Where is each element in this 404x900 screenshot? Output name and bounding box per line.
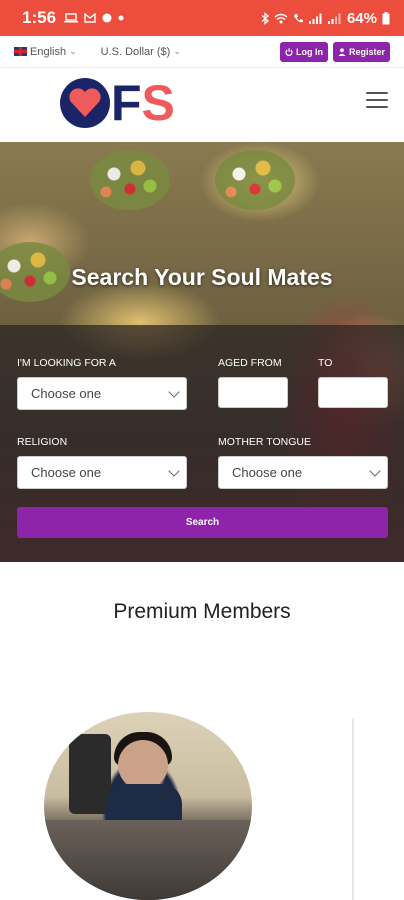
language-selector[interactable]: English ⌄: [14, 46, 77, 58]
looking-for-label: I'M LOOKING FOR A: [17, 357, 116, 369]
decoration-flowers: [90, 150, 170, 210]
religion-select[interactable]: Choose one: [17, 456, 187, 489]
wifi-icon: [274, 13, 288, 23]
status-system-icons: 64%: [261, 10, 390, 27]
premium-members-heading: Premium Members: [113, 600, 291, 623]
chevron-down-icon: [369, 465, 381, 477]
app-notification-icon: [102, 13, 112, 23]
heart-icon: [69, 88, 101, 117]
battery-percent: 64%: [346, 9, 377, 27]
decoration-flowers: [215, 150, 295, 210]
login-label: Log In: [295, 46, 323, 57]
gmail-icon: [84, 13, 96, 23]
currency-label: U.S. Dollar ($): [100, 45, 171, 58]
status-time: 1:56: [22, 8, 57, 27]
top-utility-bar: English ⌄ U.S. Dollar ($) ⌄ Log In Regis…: [0, 36, 404, 68]
call-icon: [293, 13, 303, 22]
laptop-icon: [64, 13, 79, 23]
uk-flag-icon: [14, 47, 27, 56]
dot-icon: [118, 15, 124, 21]
looking-for-value: Choose one: [31, 386, 102, 401]
logo-letter-f: F: [111, 75, 142, 131]
member-photo[interactable]: [44, 712, 252, 900]
currency-selector[interactable]: U.S. Dollar ($) ⌄: [101, 46, 181, 58]
search-form: I'M LOOKING FOR A Choose one AGED FROM T…: [0, 325, 404, 562]
signal-icon: [308, 13, 322, 24]
aged-from-input[interactable]: [218, 377, 288, 408]
age-to-input[interactable]: [318, 377, 388, 408]
register-label: Register: [348, 46, 385, 57]
user-icon: [338, 47, 346, 56]
status-notification-icons: [64, 13, 124, 23]
login-button[interactable]: Log In: [279, 41, 328, 62]
logo-heart-circle: [60, 78, 110, 128]
mother-tongue-select[interactable]: Choose one: [218, 456, 388, 489]
battery-icon: [382, 11, 390, 24]
premium-member-card[interactable]: [36, 700, 356, 900]
looking-for-select[interactable]: Choose one: [17, 377, 187, 410]
search-button[interactable]: Search: [17, 507, 388, 538]
hero-title: Search Your Soul Mates: [71, 264, 333, 290]
logo-letter-s: S: [141, 75, 175, 131]
signal-icon-2: [327, 13, 341, 24]
site-logo[interactable]: F S: [60, 75, 175, 131]
status-bar: 1:56 64%: [0, 0, 404, 36]
mother-tongue-value: Choose one: [232, 465, 303, 480]
chevron-down-icon: [168, 465, 180, 477]
aged-from-label: AGED FROM: [218, 357, 282, 369]
chevron-down-icon: ⌄: [173, 46, 181, 56]
chevron-down-icon: ⌄: [69, 46, 77, 56]
register-button[interactable]: Register: [332, 41, 390, 62]
language-label: English: [30, 45, 67, 58]
hero-banner: Search Your Soul Mates I'M LOOKING FOR A…: [0, 142, 404, 562]
to-label: TO: [318, 357, 333, 369]
religion-value: Choose one: [31, 465, 102, 480]
hamburger-menu-icon[interactable]: [366, 92, 388, 108]
carousel-card-edge: [352, 718, 354, 900]
power-icon: [285, 47, 293, 56]
site-header: F S: [0, 68, 404, 142]
chevron-down-icon: [168, 386, 180, 398]
mother-tongue-label: MOTHER TONGUE: [218, 436, 311, 448]
bluetooth-icon: [261, 11, 269, 25]
religion-label: RELIGION: [17, 436, 68, 448]
